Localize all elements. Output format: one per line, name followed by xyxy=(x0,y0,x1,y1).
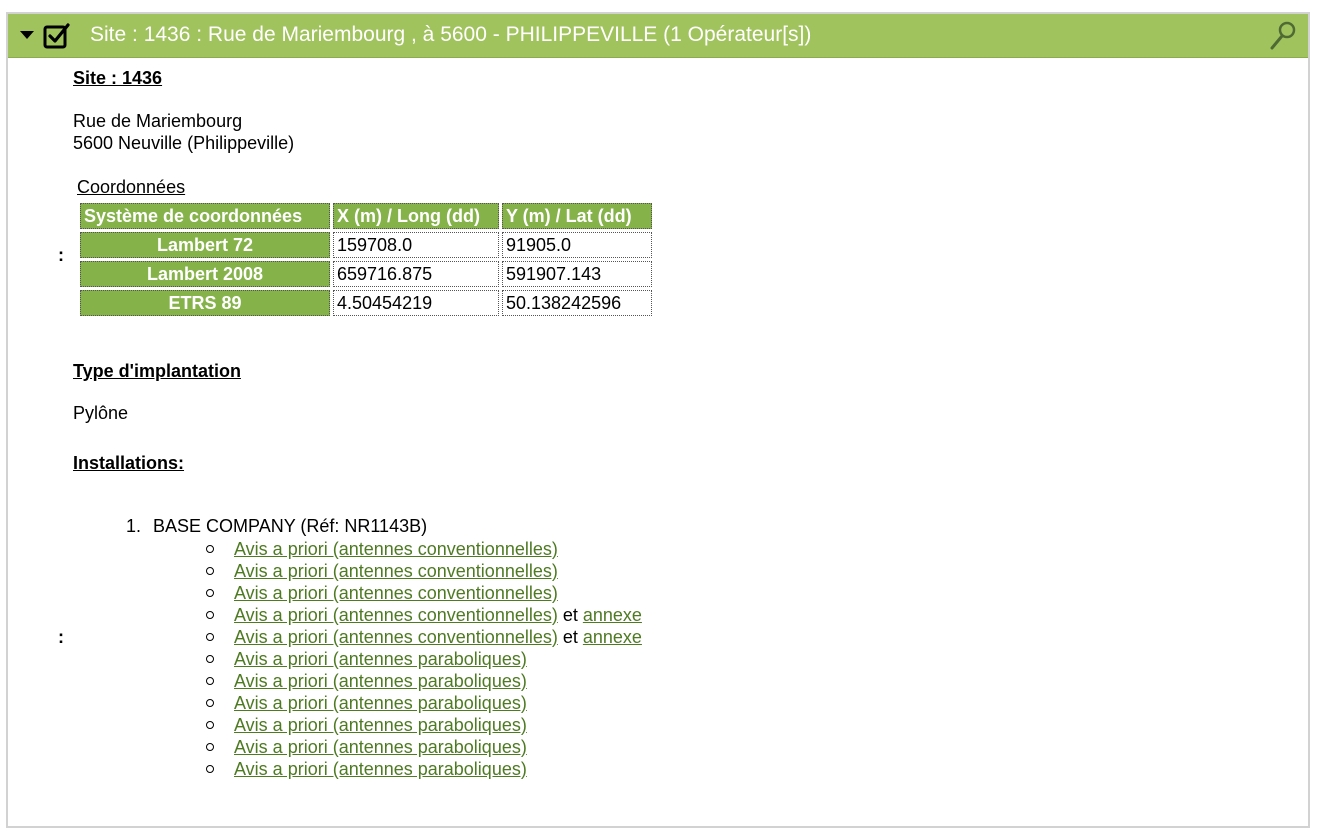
coordinates-header-row: Système de coordonnées X (m) / Long (dd)… xyxy=(80,203,652,229)
list-item: Avis a priori (antennes conventionnelles… xyxy=(204,560,642,582)
bullet-icon xyxy=(206,633,214,641)
site-heading: Site : 1436 xyxy=(73,68,163,88)
address-line-2: 5600 Neuville (Philippeville) xyxy=(73,133,295,153)
bullet-icon xyxy=(206,699,214,707)
avis-link[interactable]: Avis a priori (antennes paraboliques) xyxy=(234,693,527,713)
cell-y: 91905.0 xyxy=(502,232,652,258)
cell-x: 4.50454219 xyxy=(333,290,499,316)
link-separator: et xyxy=(557,627,583,647)
bullet-icon xyxy=(206,545,214,553)
avis-link[interactable]: Avis a priori (antennes conventionnelles… xyxy=(234,583,558,603)
avis-link[interactable]: Avis a priori (antennes paraboliques) xyxy=(234,671,527,691)
site-panel: Site : 1436 : Rue de Mariembourg , à 560… xyxy=(6,12,1310,828)
avis-link[interactable]: Avis a priori (antennes conventionnelles… xyxy=(234,561,558,581)
cell-x: 659716.875 xyxy=(333,261,499,287)
list-item: Avis a priori (antennes paraboliques) xyxy=(204,692,642,714)
list-item: Avis a priori (antennes paraboliques) xyxy=(204,758,642,780)
list-item: Avis a priori (antennes conventionnelles… xyxy=(204,626,642,648)
implantation-value: Pylône xyxy=(73,403,129,423)
table-row: Lambert 72 159708.0 91905.0 xyxy=(80,232,652,258)
cell-y: 591907.143 xyxy=(502,261,652,287)
operator-number: 1. xyxy=(126,516,142,536)
cell-y: 50.138242596 xyxy=(502,290,652,316)
column-header-y: Y (m) / Lat (dd) xyxy=(502,203,652,229)
annexe-link[interactable]: annexe xyxy=(583,605,642,625)
bullet-icon xyxy=(206,721,214,729)
caret-down-icon[interactable] xyxy=(20,31,34,39)
list-item: Avis a priori (antennes conventionnelles… xyxy=(204,582,642,604)
list-item: Avis a priori (antennes conventionnelles… xyxy=(204,538,642,560)
bullet-icon xyxy=(206,677,214,685)
bullet-icon xyxy=(206,743,214,751)
implantation-heading: Type d'implantation xyxy=(73,361,241,381)
coordinates-caption: Coordonnées xyxy=(77,177,186,197)
document-links-list: Avis a priori (antennes conventionnelles… xyxy=(204,538,642,780)
avis-link[interactable]: Avis a priori (antennes conventionnelles… xyxy=(234,605,558,625)
bullet-icon xyxy=(206,655,214,663)
avis-link[interactable]: Avis a priori (antennes conventionnelles… xyxy=(234,539,558,559)
list-item: Avis a priori (antennes paraboliques) xyxy=(204,670,642,692)
address-line-1: Rue de Mariembourg xyxy=(73,111,243,131)
row-header-system: ETRS 89 xyxy=(80,290,330,316)
operator-name: BASE COMPANY (Réf: NR1143B) xyxy=(153,516,428,536)
bullet-icon xyxy=(206,611,214,619)
magnifier-icon[interactable] xyxy=(1268,20,1298,52)
coordinates-table: Système de coordonnées X (m) / Long (dd)… xyxy=(77,200,655,319)
column-header-x: X (m) / Long (dd) xyxy=(333,203,499,229)
link-separator: et xyxy=(557,605,583,625)
coordinates-colon: : xyxy=(58,245,64,265)
list-item: Avis a priori (antennes conventionnelles… xyxy=(204,604,642,626)
installations-heading: Installations: xyxy=(73,453,185,473)
bullet-icon xyxy=(206,589,214,597)
column-header-system: Système de coordonnées xyxy=(80,203,330,229)
installations-colon: : xyxy=(58,627,64,647)
site-header-title[interactable]: Site : 1436 : Rue de Mariembourg , à 560… xyxy=(90,23,811,47)
checkbox-checked-icon[interactable] xyxy=(43,22,71,50)
list-item: Avis a priori (antennes paraboliques) xyxy=(204,736,642,758)
avis-link[interactable]: Avis a priori (antennes paraboliques) xyxy=(234,759,527,779)
annexe-link[interactable]: annexe xyxy=(583,627,642,647)
cell-x: 159708.0 xyxy=(333,232,499,258)
table-row: Lambert 2008 659716.875 591907.143 xyxy=(80,261,652,287)
list-item: Avis a priori (antennes paraboliques) xyxy=(204,648,642,670)
avis-link[interactable]: Avis a priori (antennes paraboliques) xyxy=(234,715,527,735)
avis-link[interactable]: Avis a priori (antennes conventionnelles… xyxy=(234,627,558,647)
bullet-icon xyxy=(206,765,214,773)
site-header-bar[interactable]: Site : 1436 : Rue de Mariembourg , à 560… xyxy=(8,14,1308,58)
bullet-icon xyxy=(206,567,214,575)
table-row: ETRS 89 4.50454219 50.138242596 xyxy=(80,290,652,316)
row-header-system: Lambert 72 xyxy=(80,232,330,258)
site-details: Site : 1436 Rue de Mariembourg 5600 Neuv… xyxy=(8,58,1308,826)
avis-link[interactable]: Avis a priori (antennes paraboliques) xyxy=(234,737,527,757)
row-header-system: Lambert 2008 xyxy=(80,261,330,287)
list-item: Avis a priori (antennes paraboliques) xyxy=(204,714,642,736)
avis-link[interactable]: Avis a priori (antennes paraboliques) xyxy=(234,649,527,669)
